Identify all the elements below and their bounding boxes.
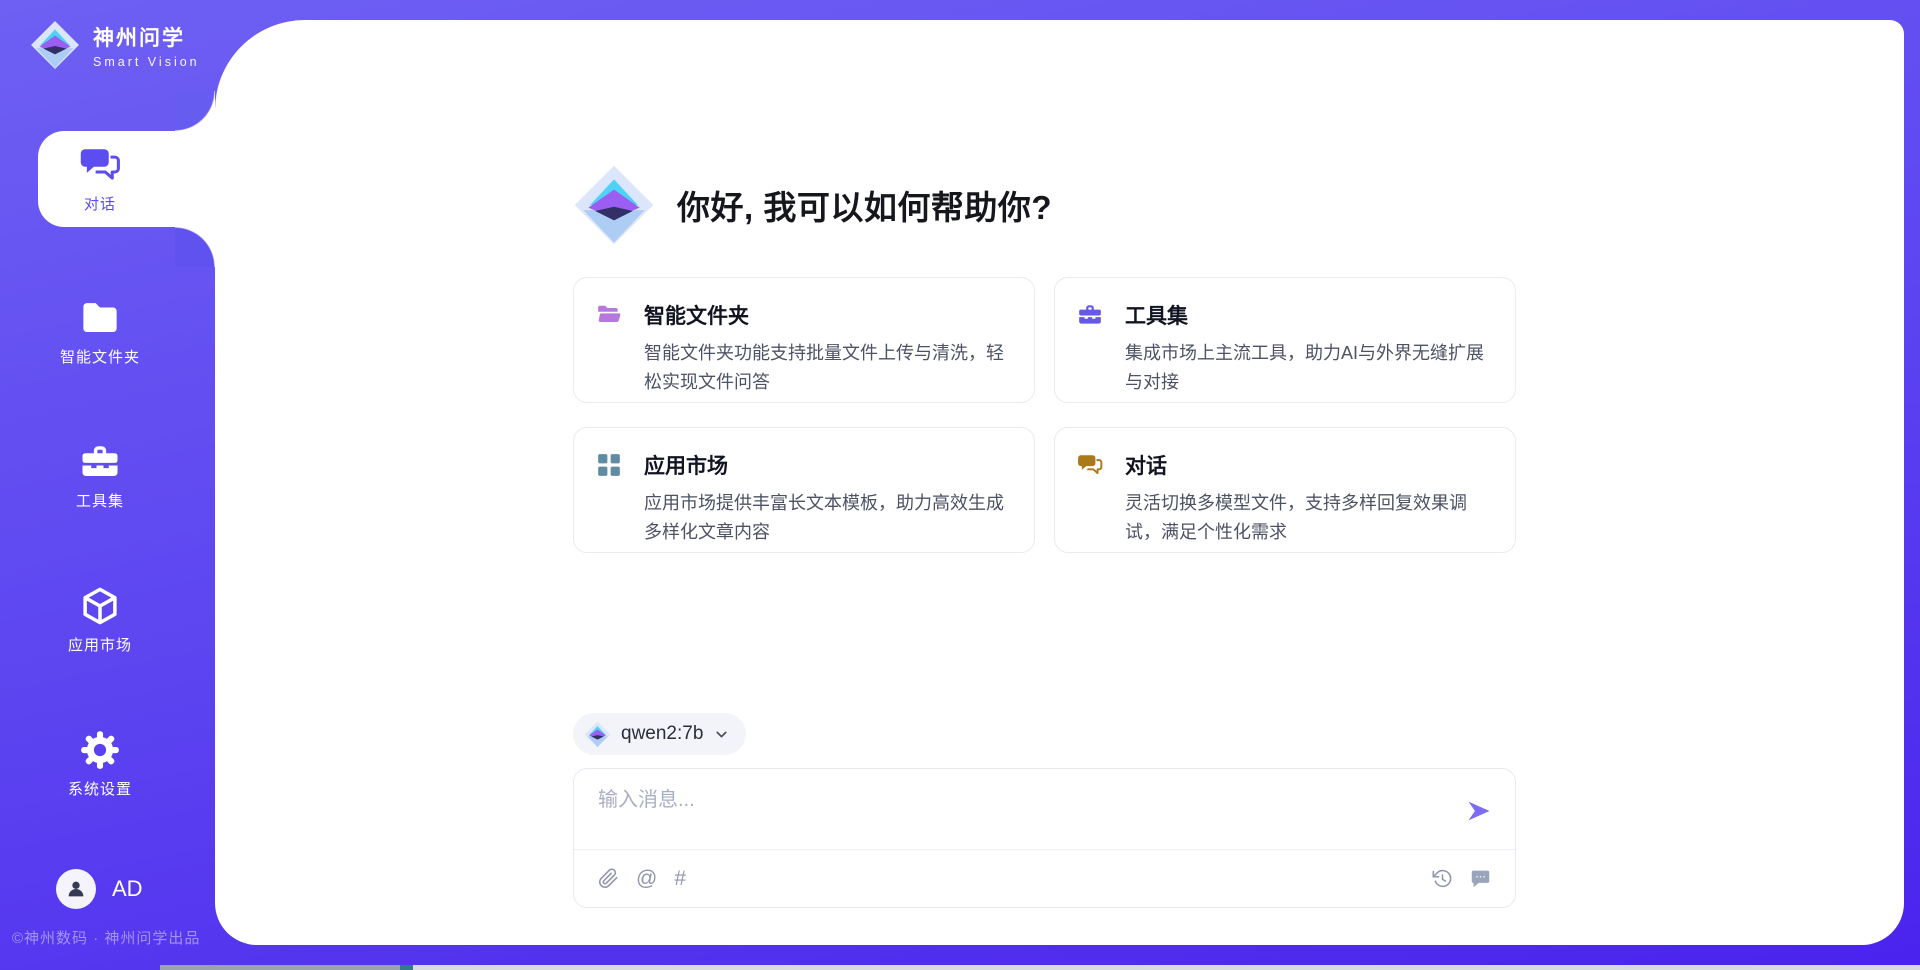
gear-icon [79,729,121,771]
message-composer: @ # [573,768,1516,908]
sidebar-item-label: 工具集 [76,490,124,511]
card-toolset[interactable]: 工具集 集成市场上主流工具，助力AI与外界无缝扩展与对接 [1054,277,1516,403]
card-description: 灵活切换多模型文件，支持多样回复效果调试，满足个性化需求 [1125,489,1487,547]
attach-button[interactable] [598,868,619,889]
mention-button[interactable]: @ [636,868,657,889]
greeting: 你好, 我可以如何帮助你? [573,163,1052,247]
sidebar-item-label: 智能文件夹 [60,346,140,367]
user-profile[interactable]: AD [56,869,215,909]
chevron-down-icon [713,726,730,743]
card-title: 对话 [1125,450,1167,480]
chat-icon [79,144,121,186]
model-selector[interactable]: qwen2:7b [573,713,746,755]
scrollbar-thumb[interactable] [160,965,400,970]
sidebar-nav: 对话 智能文件夹 工具集 应用市场 [0,131,215,803]
main-panel: 你好, 我可以如何帮助你? 智能文件夹 智能文件夹功能支持批量文件上传与清洗，轻… [215,20,1904,945]
folder-icon [79,297,121,339]
sidebar-item-label: 对话 [84,193,116,214]
model-name: qwen2:7b [621,723,703,745]
horizontal-scrollbar[interactable] [160,965,1920,970]
composer-divider [574,849,1515,850]
toolbox-icon [79,441,121,483]
card-title: 智能文件夹 [644,300,749,330]
brand: 神州问学 Smart Vision [30,20,215,70]
cube-icon [79,585,121,627]
sidebar-item-chat[interactable]: 对话 [38,131,215,227]
card-description: 应用市场提供丰富长文本模板，助力高效生成多样化文章内容 [644,489,1006,547]
brand-name: 神州问学 [93,22,200,52]
user-initials: AD [112,876,143,902]
toolbox-icon [1077,302,1103,328]
greeting-text: 你好, 我可以如何帮助你? [677,181,1052,229]
hash-icon: # [674,868,686,889]
scrollbar-thumb-cap [400,965,413,970]
card-title: 应用市场 [644,450,728,480]
feedback-button[interactable] [1470,868,1491,889]
diamond-logo-icon [584,721,611,748]
card-chat[interactable]: 对话 灵活切换多模型文件，支持多样回复效果调试，满足个性化需求 [1054,427,1516,553]
grid-icon [596,452,622,478]
greeting-diamond-logo-icon [573,163,655,247]
history-icon [1432,868,1453,889]
avatar [56,869,96,909]
send-icon [1465,797,1493,825]
folder-open-icon [596,302,622,328]
sidebar-item-smart-folder[interactable]: 智能文件夹 [0,293,200,371]
card-smart-folder[interactable]: 智能文件夹 智能文件夹功能支持批量文件上传与清洗，轻松实现文件问答 [573,277,1035,403]
sidebar-item-settings[interactable]: 系统设置 [0,725,200,803]
copyright-text: ©神州数码 · 神州问学出品 [12,927,215,948]
card-app-market[interactable]: 应用市场 应用市场提供丰富长文本模板，助力高效生成多样化文章内容 [573,427,1035,553]
send-button[interactable] [1465,797,1493,825]
feature-cards: 智能文件夹 智能文件夹功能支持批量文件上传与清洗，轻松实现文件问答 工具集 集成… [573,277,1516,553]
chat-icon [1077,452,1103,478]
sidebar-item-label: 应用市场 [68,634,132,655]
card-description: 集成市场上主流工具，助力AI与外界无缝扩展与对接 [1125,339,1487,397]
card-title: 工具集 [1125,300,1188,330]
message-input[interactable] [598,783,1448,841]
chat-bubble-icon [1470,868,1491,889]
topic-button[interactable]: # [674,868,686,889]
card-description: 智能文件夹功能支持批量文件上传与清洗，轻松实现文件问答 [644,339,1006,397]
sidebar-item-label: 系统设置 [68,778,132,799]
sidebar: 神州问学 Smart Vision 对话 智能文件夹 工具集 [0,0,215,970]
history-button[interactable] [1432,868,1453,889]
brand-diamond-logo-icon [30,20,80,70]
paperclip-icon [598,868,619,889]
sidebar-item-toolset[interactable]: 工具集 [0,437,200,515]
sidebar-item-app-market[interactable]: 应用市场 [0,581,200,659]
person-icon [65,878,87,900]
brand-subtitle: Smart Vision [93,55,200,69]
at-icon: @ [636,868,657,889]
